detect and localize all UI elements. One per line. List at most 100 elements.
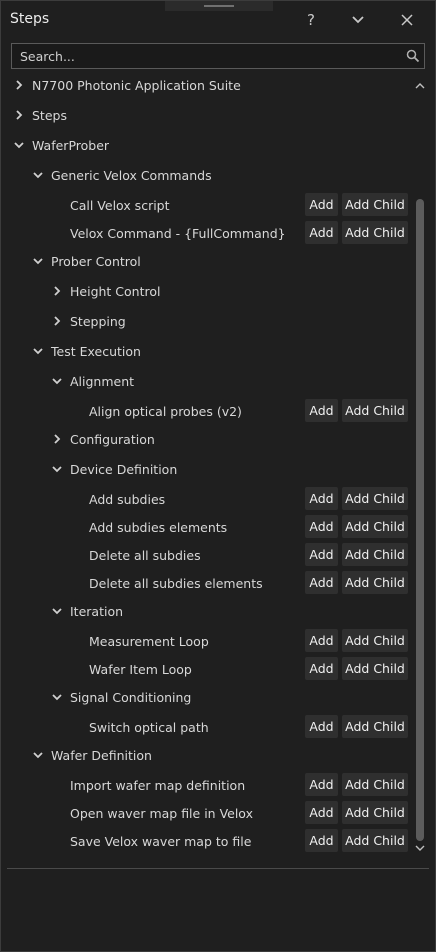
chevron-right-icon[interactable]: [51, 315, 63, 327]
add-button[interactable]: Add: [305, 773, 338, 796]
chevron-right-icon[interactable]: [13, 79, 25, 91]
scrollbar-thumb[interactable]: [416, 199, 424, 841]
tree-row[interactable]: Add subdies elements Add Add Child: [1, 513, 413, 541]
tree-item-label: Save Velox waver map to file: [70, 833, 252, 849]
add-button[interactable]: Add: [305, 629, 338, 652]
search-box: [11, 43, 425, 69]
tree-row[interactable]: Alignment: [1, 367, 413, 395]
tree-row[interactable]: Call Velox script Add Add Child: [1, 191, 413, 219]
tree-item-label: Stepping: [70, 313, 126, 329]
add-child-button[interactable]: Add Child: [342, 221, 408, 244]
tree-row[interactable]: Delete all subdies Add Add Child: [1, 541, 413, 569]
add-button[interactable]: Add: [305, 399, 338, 422]
tree-row[interactable]: Align optical probes (v2) Add Add Child: [1, 397, 413, 425]
chevron-down-icon[interactable]: [32, 345, 44, 357]
chevron-down-icon: [352, 16, 364, 24]
add-button[interactable]: Add: [305, 543, 338, 566]
add-button[interactable]: Add: [305, 487, 338, 510]
add-button[interactable]: Add: [305, 221, 338, 244]
chevron-down-icon[interactable]: [51, 691, 63, 703]
tree-item-label: Measurement Loop: [89, 633, 209, 649]
chevron-down-icon[interactable]: [51, 463, 63, 475]
tree-row[interactable]: Signal Conditioning: [1, 683, 413, 711]
add-child-button[interactable]: Add Child: [342, 487, 408, 510]
chevron-right-icon[interactable]: [51, 433, 63, 445]
tree-row[interactable]: Stepping: [1, 307, 413, 335]
add-child-button[interactable]: Add Child: [342, 829, 408, 852]
steps-tree: N7700 Photonic Application Suite Steps Waf…: [1, 71, 413, 859]
chevron-down-icon[interactable]: [13, 139, 25, 151]
drag-grip-handle[interactable]: [165, 1, 273, 11]
add-child-button[interactable]: Add Child: [342, 399, 408, 422]
tree-row[interactable]: Delete all subdies elements Add Add Child: [1, 569, 413, 597]
add-button[interactable]: Add: [305, 657, 338, 680]
tree-row[interactable]: Import wafer map definition Add Add Child: [1, 771, 413, 799]
scroll-up-arrow-icon[interactable]: [415, 81, 425, 91]
tree-row[interactable]: Wafer Item Loop Add Add Child: [1, 655, 413, 683]
tree-item-label: Add subdies: [89, 491, 166, 507]
add-child-button[interactable]: Add Child: [342, 629, 408, 652]
add-button[interactable]: Add: [305, 571, 338, 594]
tree-row[interactable]: Prober Control: [1, 247, 413, 275]
tree-item-label: Velox Command - {FullCommand}: [70, 225, 286, 241]
tree-item-label: Test Execution: [51, 343, 141, 359]
collapse-panel-button[interactable]: [345, 9, 371, 31]
tree-row[interactable]: Configuration: [1, 425, 413, 453]
tree-row[interactable]: Switch optical path Add Add Child: [1, 713, 413, 741]
tree-row[interactable]: Device Definition: [1, 455, 413, 483]
tree-item-label: Import wafer map definition: [70, 777, 246, 793]
chevron-down-icon[interactable]: [32, 749, 44, 761]
tree-row[interactable]: Height Control: [1, 277, 413, 305]
tree-item-label: Height Control: [70, 283, 161, 299]
add-button[interactable]: Add: [305, 193, 338, 216]
add-child-button[interactable]: Add Child: [342, 193, 408, 216]
add-child-button[interactable]: Add Child: [342, 543, 408, 566]
tree-item-label: Signal Conditioning: [70, 689, 192, 705]
tree-row[interactable]: Velox Command - {FullCommand} Add Add Chil…: [1, 219, 413, 247]
search-icon[interactable]: [406, 49, 420, 63]
add-child-button[interactable]: Add Child: [342, 715, 408, 738]
add-button[interactable]: Add: [305, 801, 338, 824]
tree-row[interactable]: N7700 Photonic Application Suite: [1, 71, 413, 99]
scroll-down-arrow-icon[interactable]: [415, 843, 425, 853]
svg-text:?: ?: [307, 12, 315, 28]
vertical-scrollbar[interactable]: [413, 77, 427, 857]
chevron-down-icon[interactable]: [51, 375, 63, 387]
tree-row[interactable]: Measurement Loop Add Add Child: [1, 627, 413, 655]
tree-item-label: Open waver map file in Velox: [70, 805, 253, 821]
tree-row[interactable]: Open waver map file in Velox Add Add Child: [1, 799, 413, 827]
add-child-button[interactable]: Add Child: [342, 571, 408, 594]
tree-row[interactable]: Generic Velox Commands: [1, 161, 413, 189]
search-input[interactable]: [12, 44, 418, 68]
tree-item-label: Alignment: [70, 373, 135, 389]
tree-item-label: Prober Control: [51, 253, 141, 269]
tree-row[interactable]: Iteration: [1, 597, 413, 625]
tree-item-label: Wafer Item Loop: [89, 661, 192, 677]
tree-row[interactable]: Wafer Definition: [1, 741, 413, 769]
tree-item-label: Device Definition: [70, 461, 178, 477]
chevron-right-icon[interactable]: [13, 109, 25, 121]
add-child-button[interactable]: Add Child: [342, 657, 408, 680]
help-button[interactable]: ?: [298, 9, 324, 31]
chevron-down-icon[interactable]: [32, 169, 44, 181]
tree-item-label: Switch optical path: [89, 719, 209, 735]
close-icon: [401, 14, 413, 26]
steps-panel: Steps ? N7700 Photonic Application Suite…: [0, 0, 436, 952]
add-child-button[interactable]: Add Child: [342, 515, 408, 538]
close-button[interactable]: [394, 9, 420, 31]
tree-item-label: Configuration: [70, 431, 155, 447]
add-button[interactable]: Add: [305, 829, 338, 852]
add-button[interactable]: Add: [305, 515, 338, 538]
add-child-button[interactable]: Add Child: [342, 801, 408, 824]
chevron-down-icon[interactable]: [51, 605, 63, 617]
tree-row[interactable]: Steps: [1, 101, 413, 129]
add-button[interactable]: Add: [305, 715, 338, 738]
tree-row[interactable]: Save Velox waver map to file Add Add Child: [1, 827, 413, 855]
tree-row[interactable]: Add subdies Add Add Child: [1, 485, 413, 513]
chevron-right-icon[interactable]: [51, 285, 63, 297]
tree-row[interactable]: Test Execution: [1, 337, 413, 365]
tree-item-label: Wafer Definition: [51, 747, 152, 763]
tree-row[interactable]: WaferProber: [1, 131, 413, 159]
add-child-button[interactable]: Add Child: [342, 773, 408, 796]
chevron-down-icon[interactable]: [32, 255, 44, 267]
